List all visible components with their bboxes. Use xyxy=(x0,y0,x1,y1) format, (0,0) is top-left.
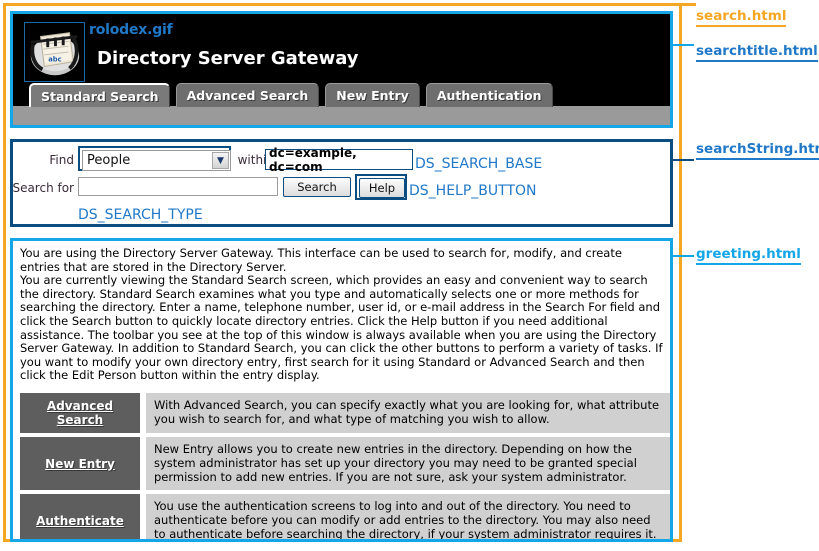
table-row: New Entry New Entry allows you to create… xyxy=(20,436,670,491)
greeting-paragraph-2: You are currently viewing the Standard S… xyxy=(20,273,663,383)
search-base-field[interactable]: dc=example, dc=com xyxy=(265,146,413,174)
advanced-search-link[interactable]: Advanced Search xyxy=(47,399,113,427)
rolodex-image-frame: abc xyxy=(24,22,85,82)
tab-authentication[interactable]: Authentication xyxy=(425,83,553,107)
authenticate-link-cell[interactable]: Authenticate xyxy=(20,494,140,539)
tab-advanced-search[interactable]: Advanced Search xyxy=(175,83,320,107)
greeting-inner: You are using the Directory Server Gatew… xyxy=(13,241,670,539)
rolodex-gif-caption: rolodex.gif xyxy=(89,22,173,38)
header-block-searchtitle-html: abc rolodex.gif Directory Server Gateway… xyxy=(10,11,673,128)
annotation-greeting-html: greeting.html xyxy=(696,246,801,265)
header-inner: abc rolodex.gif Directory Server Gateway… xyxy=(13,14,670,125)
find-select[interactable]: People ▼ xyxy=(82,150,231,171)
authenticate-link[interactable]: Authenticate xyxy=(36,514,124,528)
rolodex-icon: abc xyxy=(25,23,84,81)
tab-new-entry[interactable]: New Entry xyxy=(325,83,420,107)
help-button-highlight: Help xyxy=(355,174,407,200)
greeting-paragraph-1: You are using the Directory Server Gatew… xyxy=(20,246,622,274)
search-type-highlight: People ▼ xyxy=(78,146,231,171)
greeting-actions-table: Advanced Search With Advanced Search, yo… xyxy=(20,389,670,539)
search-input[interactable] xyxy=(78,177,278,196)
svg-text:abc: abc xyxy=(48,56,61,64)
table-row: Advanced Search With Advanced Search, yo… xyxy=(20,392,670,433)
callout-ds-search-type: DS_SEARCH_TYPE xyxy=(78,207,203,223)
search-html-connector xyxy=(682,3,696,6)
callout-ds-search-base: DS_SEARCH_BASE xyxy=(415,156,543,172)
advanced-search-link-cell[interactable]: Advanced Search xyxy=(20,392,140,433)
greeting-html-connector xyxy=(673,255,694,257)
greeting-block-greeting-html: You are using the Directory Server Gatew… xyxy=(10,238,673,542)
page-title: Directory Server Gateway xyxy=(97,48,359,69)
tab-strip: Standard Search Advanced Search New Entr… xyxy=(13,81,670,125)
find-select-value: People xyxy=(87,153,131,168)
tab-standard-search[interactable]: Standard Search xyxy=(29,83,170,107)
annotation-search-html: search.html xyxy=(696,8,787,27)
search-for-label: Search for xyxy=(12,181,74,195)
searchtitle-html-connector xyxy=(673,44,694,46)
new-entry-link[interactable]: New Entry xyxy=(45,457,115,471)
authenticate-description: You use the authentication screens to lo… xyxy=(146,494,670,539)
search-button[interactable]: Search xyxy=(283,177,351,197)
advanced-search-description: With Advanced Search, you can specify ex… xyxy=(146,392,670,433)
new-entry-description: New Entry allows you to create new entri… xyxy=(146,436,670,491)
searchstring-html-connector xyxy=(673,159,694,161)
callout-ds-help-button: DS_HELP_BUTTON xyxy=(409,183,537,199)
help-button[interactable]: Help xyxy=(359,178,405,198)
annotation-searchstring-html: searchString.html xyxy=(696,141,819,160)
new-entry-link-cell[interactable]: New Entry xyxy=(20,436,140,491)
table-row: Authenticate You use the authentication … xyxy=(20,494,670,539)
chevron-down-icon[interactable]: ▼ xyxy=(212,152,229,169)
tabs-row: Standard Search Advanced Search New Entr… xyxy=(29,81,553,107)
annotation-searchtitle-html: searchtitle.html xyxy=(696,43,818,62)
find-label: Find xyxy=(49,153,74,167)
